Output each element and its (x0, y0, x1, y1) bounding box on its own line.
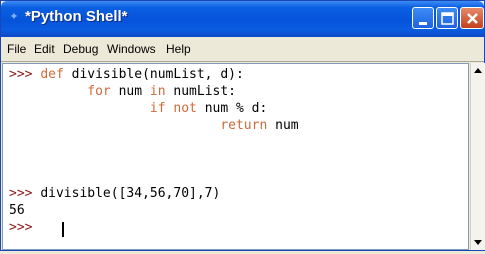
menu-edit[interactable]: Edit (34, 42, 55, 56)
menu-help[interactable]: Help (166, 42, 191, 56)
scroll-down-button[interactable] (471, 234, 485, 250)
code-line-5: >>> divisible([34,56,70],7) (9, 186, 221, 201)
window-title: *Python Shell* (25, 8, 128, 25)
vertical-scrollbar[interactable] (470, 63, 485, 250)
code-line-3: if not num % d: (149, 101, 268, 116)
arrow-down-icon (474, 240, 482, 245)
close-button[interactable] (460, 7, 484, 29)
idle-window: ✦ *Python Shell* File Edit Debug Windows… (0, 0, 485, 251)
maximize-button[interactable] (436, 7, 458, 29)
menu-windows[interactable]: Windows (107, 42, 156, 56)
scroll-up-button[interactable] (471, 63, 485, 79)
menu-file[interactable]: File (7, 42, 26, 56)
idle-icon: ✦ (9, 10, 19, 23)
code-line-4: return num (220, 118, 299, 133)
arrow-up-icon (474, 68, 482, 73)
close-icon (467, 13, 478, 24)
menu-debug[interactable]: Debug (63, 42, 98, 56)
output-line: 56 (9, 203, 25, 218)
maximize-icon (441, 12, 454, 25)
shell-text-area[interactable]: >>> def divisible(numList, d): for num i… (2, 63, 469, 250)
title-bar[interactable]: ✦ *Python Shell* (1, 1, 484, 37)
minimize-icon (419, 22, 427, 25)
menu-bar: File Edit Debug Windows Help (1, 37, 484, 62)
code-line-2: for num in numList: (87, 84, 237, 99)
code-line-1: >>> def divisible(numList, d): (9, 67, 244, 82)
text-cursor (62, 222, 64, 237)
minimize-button[interactable] (412, 7, 434, 29)
prompt-line: >>> (9, 220, 33, 235)
